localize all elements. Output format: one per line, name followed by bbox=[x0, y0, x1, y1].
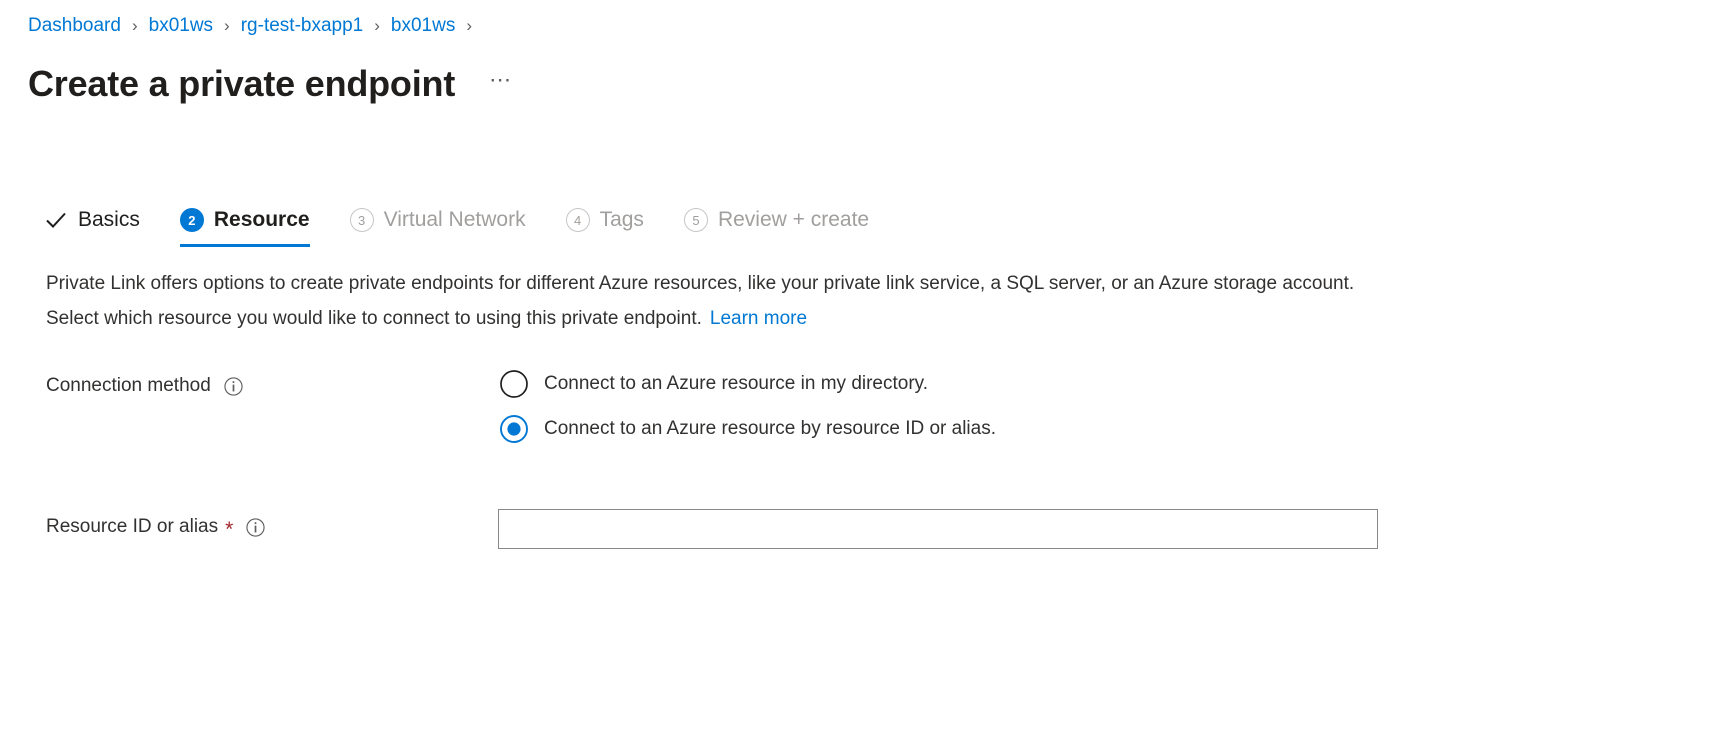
breadcrumb: Dashboard › bx01ws › rg-test-bxapp1 › bx… bbox=[0, 0, 1720, 38]
radio-unselected-icon bbox=[500, 370, 528, 398]
tab-tags[interactable]: 4 Tags bbox=[565, 207, 644, 247]
breadcrumb-separator-icon: › bbox=[466, 16, 472, 35]
resource-id-label-group: Resource ID or alias * bbox=[46, 509, 498, 541]
tab-basics-label: Basics bbox=[78, 208, 140, 231]
step-badge-3: 3 bbox=[349, 208, 374, 232]
step-badge-5: 5 bbox=[683, 208, 708, 232]
radio-option-directory-label: Connect to an Azure resource in my direc… bbox=[544, 373, 929, 394]
tab-review-create[interactable]: 5 Review + create bbox=[683, 207, 870, 247]
tab-virtual-network[interactable]: 3 Virtual Network bbox=[349, 207, 526, 247]
resource-form: Connection method Connect to an Azure re… bbox=[0, 368, 1720, 549]
resource-id-row: Resource ID or alias * bbox=[0, 509, 1720, 549]
breadcrumb-item-dashboard[interactable]: Dashboard bbox=[28, 14, 121, 38]
title-row: Create a private endpoint ⋯ bbox=[0, 38, 1720, 108]
create-private-endpoint-page: Dashboard › bx01ws › rg-test-bxapp1 › bx… bbox=[0, 0, 1720, 738]
check-icon bbox=[46, 212, 66, 228]
tab-tags-label: Tags bbox=[599, 208, 644, 231]
breadcrumb-item-bx01ws[interactable]: bx01ws bbox=[149, 14, 213, 38]
connection-method-radio-group: Connect to an Azure resource in my direc… bbox=[498, 368, 996, 445]
radio-option-directory[interactable]: Connect to an Azure resource in my direc… bbox=[498, 368, 996, 400]
info-icon[interactable] bbox=[246, 517, 265, 537]
tab-review-create-label: Review + create bbox=[717, 208, 870, 231]
breadcrumb-separator-icon: › bbox=[374, 16, 380, 35]
breadcrumb-item-bx01ws-2[interactable]: bx01ws bbox=[391, 14, 455, 38]
description-body: Private Link offers options to create pr… bbox=[46, 273, 1355, 329]
breadcrumb-separator-icon: › bbox=[224, 16, 230, 35]
description-text: Private Link offers options to create pr… bbox=[46, 266, 1356, 336]
info-icon[interactable] bbox=[224, 376, 243, 396]
radio-selected-icon bbox=[500, 415, 528, 443]
wizard-tabs: Basics 2 Resource 3 Virtual Network 4 Ta… bbox=[0, 194, 1720, 247]
learn-more-link[interactable]: Learn more bbox=[710, 308, 807, 329]
required-asterisk: * bbox=[225, 518, 234, 541]
page-title: Create a private endpoint bbox=[28, 63, 456, 104]
step-badge-4: 4 bbox=[565, 208, 590, 232]
resource-id-label: Resource ID or alias bbox=[46, 516, 219, 537]
step-badge-2: 2 bbox=[179, 208, 204, 232]
connection-method-label-group: Connection method bbox=[46, 368, 498, 400]
tab-resource[interactable]: 2 Resource bbox=[179, 207, 310, 247]
breadcrumb-separator-icon: › bbox=[131, 16, 138, 35]
connection-method-label: Connection method bbox=[46, 375, 211, 396]
tab-basics[interactable]: Basics bbox=[44, 207, 140, 247]
connection-method-row: Connection method Connect to an Azure re… bbox=[0, 368, 1720, 445]
radio-option-resource-id[interactable]: Connect to an Azure resource by resource… bbox=[498, 413, 996, 445]
radio-option-resource-id-label: Connect to an Azure resource by resource… bbox=[544, 418, 997, 439]
tab-virtual-network-label: Virtual Network bbox=[383, 208, 526, 231]
tab-resource-label: Resource bbox=[213, 208, 310, 231]
breadcrumb-item-rg-test-bxapp1[interactable]: rg-test-bxapp1 bbox=[241, 14, 364, 38]
resource-id-input[interactable] bbox=[498, 509, 1378, 549]
more-options-icon[interactable]: ⋯ bbox=[485, 65, 517, 103]
